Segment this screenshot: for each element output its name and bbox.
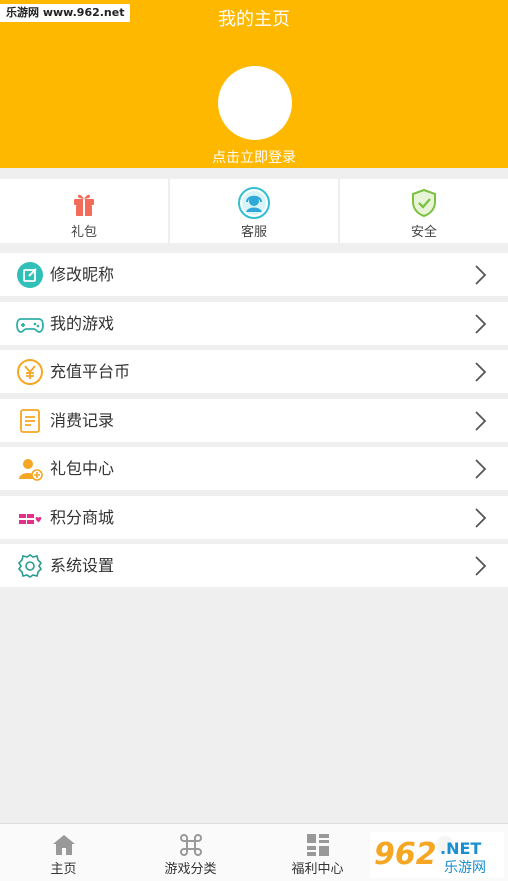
chevron-right-icon bbox=[475, 507, 487, 528]
points-mall-icon bbox=[19, 513, 42, 524]
menu-label: 修改昵称 bbox=[50, 265, 115, 284]
menu-label: 充值平台币 bbox=[50, 362, 131, 381]
record-icon bbox=[20, 408, 40, 433]
profile-header: 乐游网 www.962.net 我的主页 点击立即登录 bbox=[0, 0, 508, 168]
quick-item-service[interactable]: 客服 bbox=[168, 179, 338, 243]
command-icon bbox=[179, 834, 202, 856]
watermark-num: 962 bbox=[374, 837, 437, 872]
chevron-right-icon bbox=[475, 362, 487, 382]
menu-item-points-mall[interactable]: 积分商城 bbox=[0, 495, 508, 539]
chevron-right-icon bbox=[475, 313, 487, 334]
settings-icon bbox=[17, 554, 43, 578]
yen-coin-icon bbox=[17, 359, 43, 385]
tab-welfare-center[interactable]: 福利中心 bbox=[254, 824, 381, 881]
watermark-net: .NET bbox=[440, 839, 481, 858]
tab-label: 游戏分类 bbox=[164, 862, 217, 877]
chevron-right-icon bbox=[475, 265, 487, 285]
menu-item-edit-nickname[interactable]: 修改昵称 bbox=[0, 253, 508, 296]
menu-item-settings[interactable]: 系统设置 bbox=[0, 544, 508, 587]
menu-item-my-games[interactable]: 我的游戏 bbox=[0, 301, 508, 345]
gift-icon bbox=[74, 194, 94, 216]
login-link[interactable]: 点击立即登录 bbox=[0, 149, 508, 167]
chevron-right-icon bbox=[475, 410, 487, 431]
chevron-right-icon bbox=[475, 459, 487, 479]
watermark-logo: 962 .NET 乐游网 bbox=[370, 832, 504, 878]
menu-list: 修改昵称 我的游戏 充值平台币 消费记录 礼包中心 积分商城 系统设置 bbox=[0, 253, 508, 593]
tab-label: 主页 bbox=[50, 862, 77, 877]
customer-service-icon bbox=[238, 187, 270, 219]
quick-label: 客服 bbox=[240, 225, 267, 240]
quick-actions: 礼包 客服 安全 bbox=[0, 179, 508, 243]
menu-label: 消费记录 bbox=[50, 410, 115, 430]
menu-item-records[interactable]: 消费记录 bbox=[0, 398, 508, 442]
quick-item-security[interactable]: 安全 bbox=[338, 179, 508, 243]
tab-game-category[interactable]: 游戏分类 bbox=[127, 824, 254, 881]
menu-label: 礼包中心 bbox=[50, 459, 115, 478]
quick-item-gift[interactable]: 礼包 bbox=[0, 179, 168, 243]
shield-check-icon bbox=[412, 188, 436, 218]
user-gift-icon bbox=[19, 459, 43, 481]
tab-home[interactable]: 主页 bbox=[0, 824, 127, 881]
tab-label: 福利中心 bbox=[291, 862, 344, 877]
quick-label: 礼包 bbox=[70, 225, 97, 240]
menu-label: 我的游戏 bbox=[50, 313, 115, 333]
grid-list-icon bbox=[306, 834, 329, 856]
quick-label: 安全 bbox=[410, 225, 437, 240]
chevron-right-icon bbox=[475, 556, 487, 576]
menu-label: 积分商城 bbox=[50, 507, 115, 527]
home-icon bbox=[52, 835, 75, 855]
menu-item-gift-center[interactable]: 礼包中心 bbox=[0, 447, 508, 490]
watermark-cn: 乐游网 bbox=[444, 860, 486, 876]
edit-icon bbox=[17, 262, 43, 288]
menu-item-recharge[interactable]: 充值平台币 bbox=[0, 350, 508, 393]
menu-label: 系统设置 bbox=[50, 556, 115, 575]
page-title: 我的主页 bbox=[218, 9, 290, 30]
gamepad-icon bbox=[16, 317, 44, 333]
avatar[interactable] bbox=[218, 66, 292, 140]
